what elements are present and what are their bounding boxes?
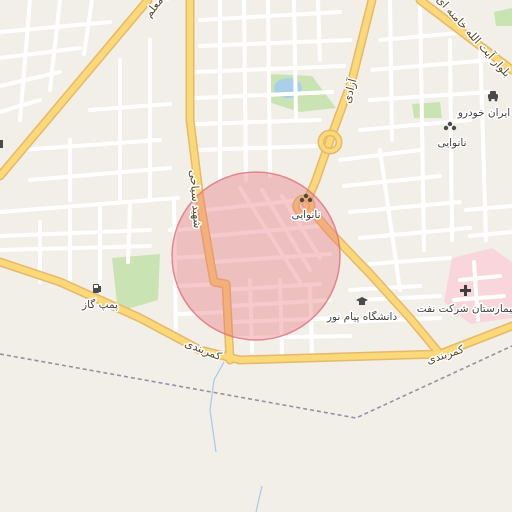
poi-label: نانوایی bbox=[437, 137, 466, 149]
poi-label: دانشگاه پیام نور bbox=[326, 310, 398, 323]
edge-marker-icon bbox=[0, 140, 3, 148]
park-area bbox=[412, 102, 442, 118]
poi-label: پمپ گاز bbox=[81, 298, 118, 311]
poi-label: نانوایی bbox=[291, 209, 320, 221]
map-view[interactable]: آزادی شهید سیاحی بلوار معلم بلوار آیت ال… bbox=[0, 0, 512, 512]
map-canvas[interactable]: آزادی شهید سیاحی بلوار معلم بلوار آیت ال… bbox=[0, 0, 512, 512]
poi-label: ایران خودرو bbox=[457, 107, 510, 119]
poi-label: بیمارستان شرکت نفت bbox=[417, 303, 512, 315]
